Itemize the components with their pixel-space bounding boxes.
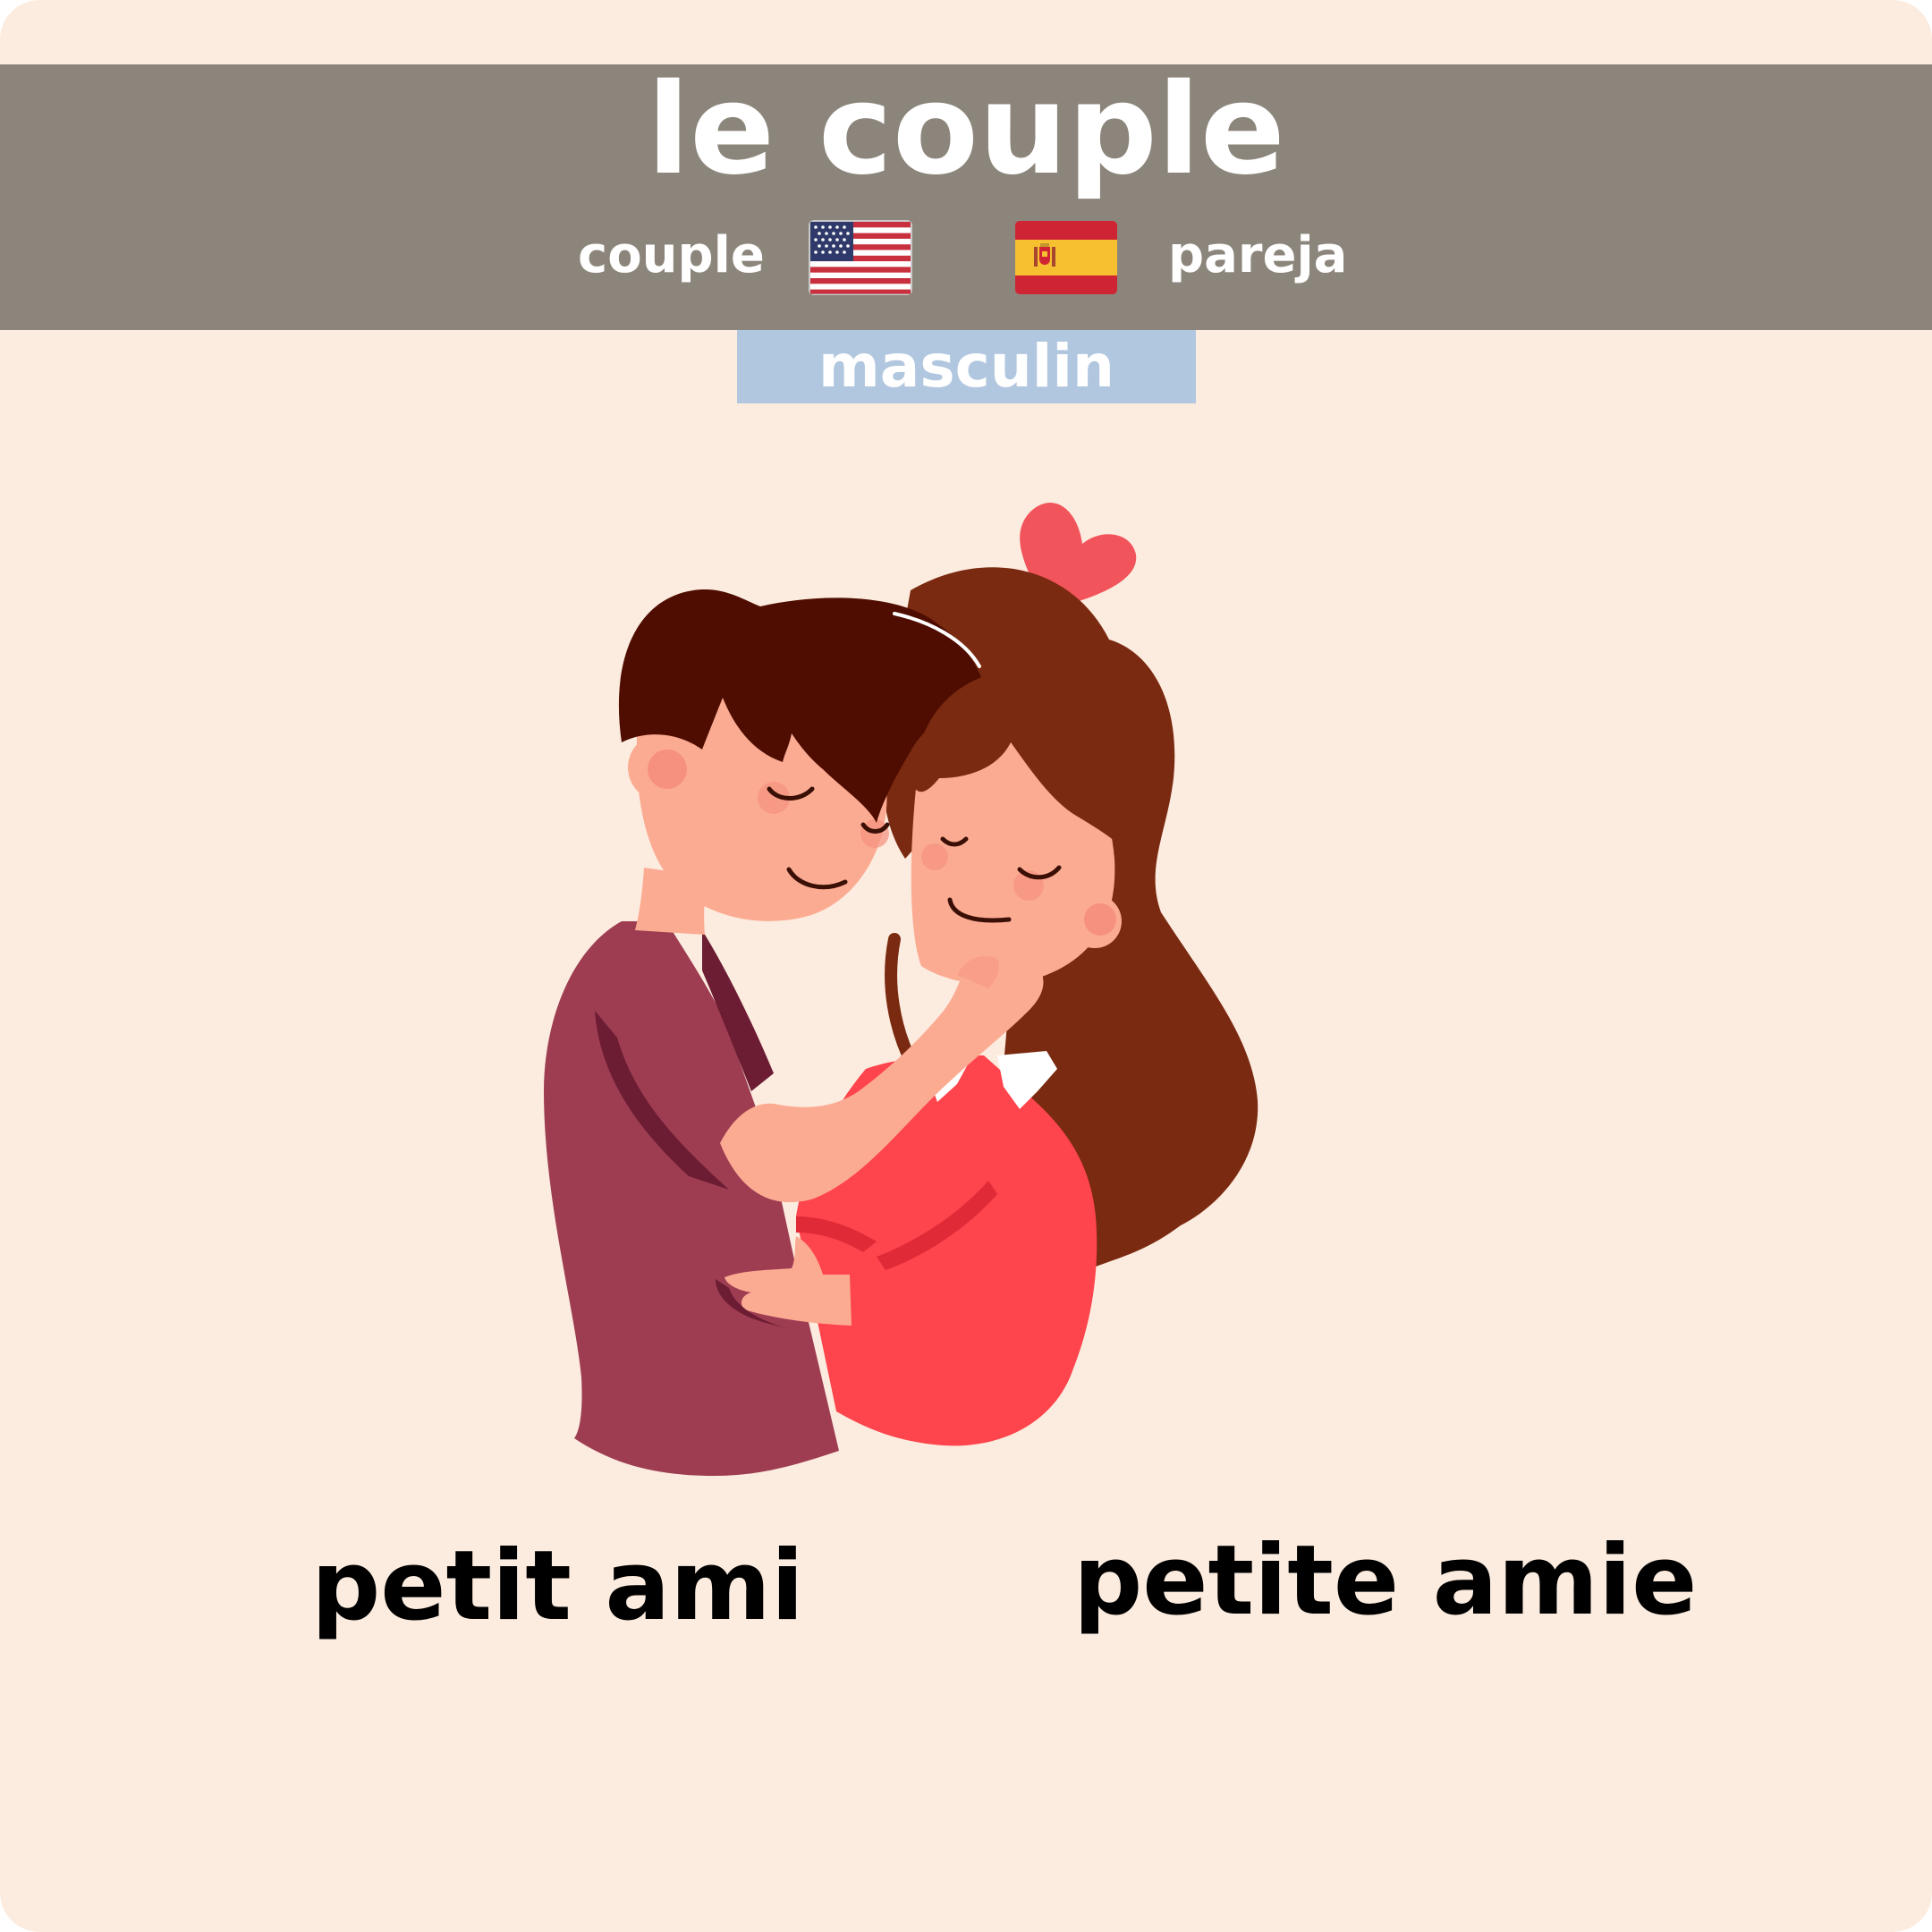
couple-illustration <box>544 502 1258 1476</box>
label-girlfriend: petite amie <box>1073 1525 1698 1637</box>
spain-flag-icon <box>1015 221 1117 294</box>
us-flag-icon <box>809 220 912 295</box>
page-title: le couple <box>647 57 1285 203</box>
english-translation: couple <box>578 226 765 284</box>
gender-badge: masculin <box>737 330 1196 403</box>
label-boyfriend: petit ami <box>311 1530 804 1642</box>
vocabulary-card: le couple couple pareja masculin petit a… <box>0 0 1932 1932</box>
spanish-translation: pareja <box>1168 226 1348 284</box>
